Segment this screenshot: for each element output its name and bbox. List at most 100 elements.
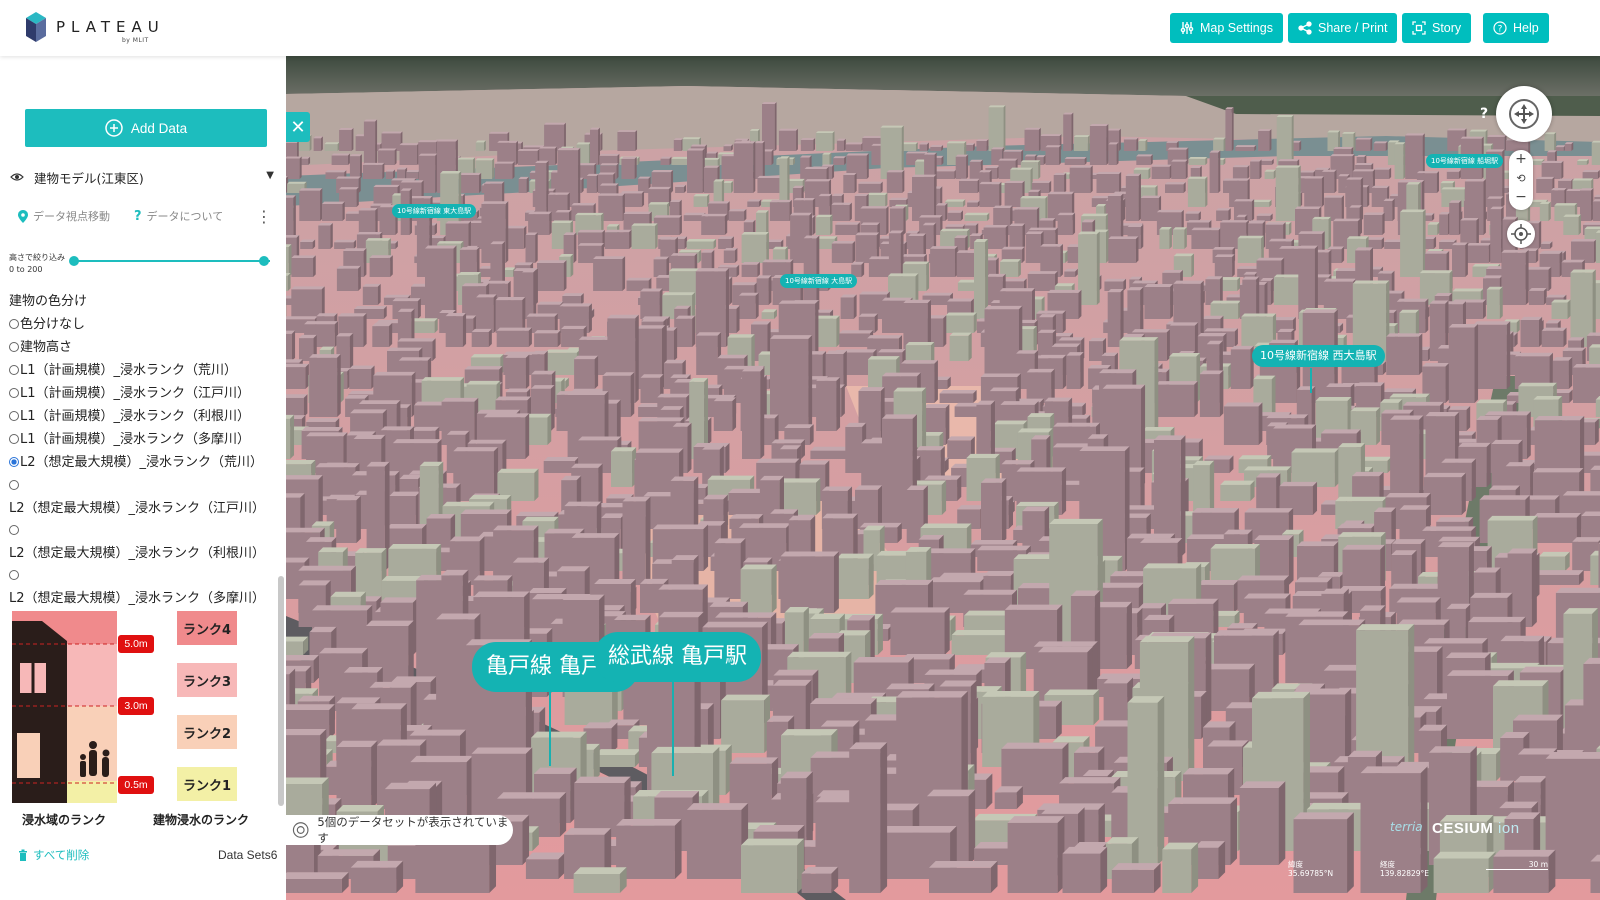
about-data-label: データについて xyxy=(146,210,224,223)
building-roof xyxy=(336,697,381,704)
building-side xyxy=(512,161,515,179)
radio-button[interactable] xyxy=(9,570,19,580)
building-side xyxy=(1291,115,1294,165)
building-side xyxy=(1392,198,1395,221)
building-side xyxy=(843,350,847,389)
eye-icon[interactable] xyxy=(10,170,24,184)
navigation-help-icon[interactable]: ? xyxy=(1480,106,1488,122)
radio-button[interactable] xyxy=(9,388,19,398)
building-roof xyxy=(1125,173,1141,176)
coloring-option[interactable]: L2（想定最大規模）_浸水ランク（利根川） xyxy=(9,519,271,565)
coloring-option[interactable]: L2（想定最大規模）_浸水ランク（荒川） xyxy=(9,451,271,474)
building-roof xyxy=(1268,238,1295,242)
delete-all-button[interactable]: すべて削除 xyxy=(18,847,89,863)
station-label-higashi-ojima[interactable]: 10号線新宿線 東大島駅 xyxy=(392,204,477,218)
building-block xyxy=(683,215,703,221)
plateau-logo[interactable]: PLATEAU by MLIT xyxy=(24,10,164,48)
building-side xyxy=(1038,127,1041,151)
radio-button[interactable] xyxy=(9,319,19,329)
radio-button[interactable] xyxy=(9,457,19,467)
building-roof xyxy=(1298,231,1325,234)
building-roof xyxy=(1142,426,1175,431)
coloring-option[interactable]: L1（計画規模）_浸水ランク（多摩川） xyxy=(9,428,271,451)
radio-button[interactable] xyxy=(9,342,19,352)
building-roof xyxy=(544,122,566,125)
close-sidebar-button[interactable]: ✕ xyxy=(286,112,310,142)
radio-button[interactable] xyxy=(9,434,19,444)
about-data-link[interactable]: ? データについて xyxy=(134,208,223,224)
station-label-nishi-ojima[interactable]: 10号線新宿線 西大島駅 xyxy=(1252,345,1385,367)
height-slider-min-handle[interactable] xyxy=(69,256,79,266)
help-button[interactable]: ? Help xyxy=(1483,13,1549,43)
building-roof xyxy=(922,292,953,296)
zoom-reset-icon[interactable]: ⟲ xyxy=(1509,169,1533,188)
building-roof xyxy=(562,293,584,296)
chevron-down-icon[interactable]: ▼ xyxy=(266,170,274,181)
more-options-icon[interactable]: ⋮ xyxy=(256,208,272,226)
station-label-sobu-line[interactable]: 総武線 亀戸駅 xyxy=(594,632,761,682)
add-data-button[interactable]: Add Data xyxy=(25,109,267,147)
map-settings-button[interactable]: Map Settings xyxy=(1170,13,1283,43)
radio-button[interactable] xyxy=(9,411,19,421)
building-block xyxy=(867,194,886,207)
building-roof xyxy=(598,193,625,196)
building-roof xyxy=(287,181,307,184)
building-block xyxy=(1165,184,1184,193)
radio-button[interactable] xyxy=(9,480,19,490)
my-location-button[interactable] xyxy=(1507,220,1535,248)
building-block xyxy=(1151,166,1170,179)
coloring-option[interactable]: L1（計画規模）_浸水ランク（荒川） xyxy=(9,359,271,382)
station-label-funabori[interactable]: 10号線新宿線 船堀駅 xyxy=(1426,154,1504,168)
building-roof xyxy=(1324,195,1344,198)
building-roof xyxy=(660,406,684,410)
building-block xyxy=(1191,230,1219,249)
building-block xyxy=(981,482,1002,543)
sidebar-scrollbar[interactable] xyxy=(278,576,284,806)
move-to-data-link[interactable]: データ視点移動 xyxy=(18,208,110,224)
building-side xyxy=(1328,249,1332,277)
radio-button[interactable] xyxy=(9,365,19,375)
building-roof xyxy=(964,223,979,226)
building-roof xyxy=(1487,196,1504,199)
radio-button[interactable] xyxy=(9,525,19,535)
compass-control[interactable] xyxy=(1496,86,1552,142)
building-roof xyxy=(637,176,651,179)
building-block xyxy=(574,359,595,389)
building-roof xyxy=(1044,689,1100,696)
flood-house-illustration xyxy=(12,611,117,803)
height-slider-max-handle[interactable] xyxy=(259,256,269,266)
building-roof xyxy=(306,432,348,437)
zoom-in-icon[interactable]: + xyxy=(1509,150,1533,169)
story-button[interactable]: Story xyxy=(1402,13,1472,43)
building-roof xyxy=(1007,816,1065,823)
station-label-ojima[interactable]: 10号線新宿線 大島駅 xyxy=(780,274,858,288)
building-roof xyxy=(1191,227,1222,231)
zoom-out-icon[interactable]: − xyxy=(1509,188,1533,207)
building-roof xyxy=(777,478,821,483)
height-slider-track[interactable] xyxy=(76,260,270,262)
building-block xyxy=(1235,147,1255,151)
cesium-ion-logo[interactable]: CESIUM ion xyxy=(1432,820,1520,837)
coloring-option[interactable]: 色分けなし xyxy=(9,313,271,336)
coloring-option[interactable]: L2（想定最大規模）_浸水ランク（江戸川） xyxy=(9,474,271,520)
layer-header-row[interactable]: 建物モデル(江東区) ▼ xyxy=(10,166,276,188)
dataset-status-bar[interactable]: 5個のデータセットが表示されています xyxy=(286,815,513,845)
building-roof xyxy=(1533,395,1563,400)
building-roof xyxy=(1186,220,1212,223)
pan-control[interactable] xyxy=(1509,99,1539,129)
coloring-option[interactable]: L1（計画規模）_浸水ランク（江戸川） xyxy=(9,382,271,405)
building-block xyxy=(1024,129,1039,151)
building-side xyxy=(313,255,316,277)
coloring-option[interactable]: L1（計画規模）_浸水ランク（利根川） xyxy=(9,405,271,428)
building-roof xyxy=(1346,177,1364,180)
building-side xyxy=(1157,696,1165,865)
coloring-option[interactable]: 建物高さ xyxy=(9,336,271,359)
building-side xyxy=(432,338,436,361)
terria-logo[interactable]: terria xyxy=(1390,820,1423,834)
coloring-option[interactable]: L2（想定最大規模）_浸水ランク（多摩川） xyxy=(9,564,271,610)
share-print-button[interactable]: Share / Print xyxy=(1288,13,1398,43)
building-side xyxy=(1218,150,1221,193)
building-roof xyxy=(392,439,442,444)
building-roof xyxy=(940,228,970,232)
3d-map-viewport[interactable]: 亀戸線 亀戸駅 総武線 亀戸駅 10号線新宿線 西大島駅 10号線新宿線 大島駅… xyxy=(286,56,1600,900)
